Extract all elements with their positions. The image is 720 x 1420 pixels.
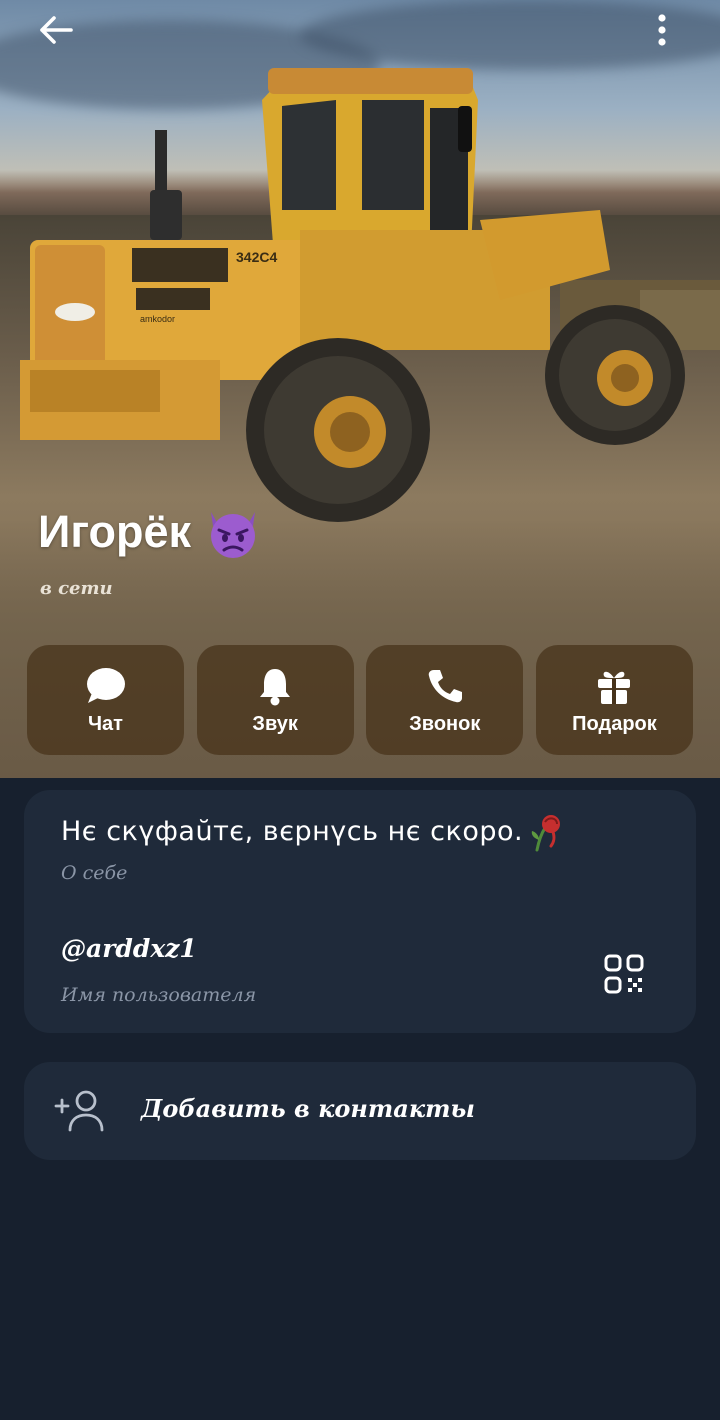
gift-icon <box>598 671 631 704</box>
wilted-rose-emoji-icon <box>531 815 561 852</box>
chat-bubble-icon <box>86 667 125 703</box>
action-buttons: Чат Звук Звонок Подарок <box>27 645 693 755</box>
back-button[interactable] <box>30 10 82 50</box>
profile-name: Игорёк <box>38 506 192 557</box>
call-button[interactable]: Звонок <box>366 645 524 755</box>
sound-button-label: Звук <box>252 712 298 735</box>
qr-code-icon <box>604 954 644 994</box>
more-options-button[interactable] <box>640 8 684 52</box>
bell-icon <box>260 668 291 705</box>
add-contact-button[interactable]: Добавить в контакты <box>24 1062 696 1160</box>
call-button-label: Звонок <box>409 712 481 735</box>
more-vertical-icon <box>658 14 666 46</box>
bio-row: Нє скүфаŭтє, вєрнүсь нє скоро. <box>61 810 563 852</box>
add-contact-label: Добавить в контакты <box>141 1094 475 1123</box>
bio-text: Нє скүфаŭтє, вєрнүсь нє скоро. <box>61 815 524 847</box>
angry-devil-emoji-icon <box>211 512 256 558</box>
username-caption: Имя пользователя <box>61 984 257 1006</box>
about-card: Нє скүфаŭтє, вєрнүсь нє скоро. О себе @a… <box>24 790 696 1033</box>
gift-button[interactable]: Подарок <box>535 645 693 755</box>
username[interactable]: @arddxz1 <box>61 934 197 963</box>
profile-name-row: Игорёк <box>38 500 261 564</box>
add-person-icon <box>54 1090 104 1132</box>
arrow-left-icon <box>40 16 73 44</box>
chat-button-label: Чат <box>88 712 123 735</box>
gift-button-label: Подарок <box>572 712 657 735</box>
sound-button[interactable]: Звук <box>196 645 354 755</box>
chat-button[interactable]: Чат <box>27 645 184 755</box>
bio-caption: О себе <box>61 862 128 884</box>
online-status: в сети <box>40 578 113 599</box>
loader-brand-text: amkodor <box>140 314 175 324</box>
wheel-loader-photo: 342C4 amkodor <box>20 68 720 522</box>
phone-icon <box>428 669 462 702</box>
loader-plate-text: 342C4 <box>236 249 277 265</box>
profile-header: 342C4 amkodor Игорёк в сети Чат Звук Зво… <box>0 0 720 778</box>
qr-code-button[interactable] <box>596 946 652 1002</box>
